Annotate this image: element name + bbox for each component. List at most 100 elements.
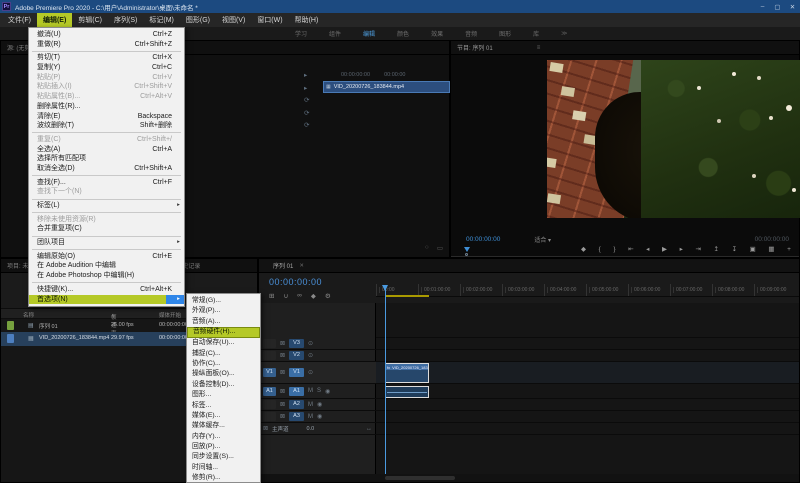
close-icon[interactable]: ✕ bbox=[299, 263, 304, 269]
pref-audio-hardware[interactable]: 音频硬件(H)... bbox=[187, 327, 260, 338]
pref-sync-settings[interactable]: 同步设置(S)... bbox=[187, 452, 260, 462]
timeline-ruler[interactable]: 00:0000:01:00:0000:02:00:0000:03:00:0000… bbox=[376, 284, 799, 297]
sequence-duration-bar[interactable] bbox=[385, 295, 429, 297]
workspace-graphics[interactable]: 图形 bbox=[499, 29, 511, 38]
reset-icon[interactable]: ⟳ bbox=[304, 96, 318, 104]
menu-item-select-all-matches[interactable]: 选择所有匹配项 bbox=[29, 154, 184, 164]
menu-item-copy[interactable]: 复制(Y) Ctrl+C bbox=[29, 63, 184, 73]
master-track-header[interactable]: ⊠ 主声道 0.0 ↔ bbox=[259, 423, 376, 435]
track-target-v2[interactable]: V2 bbox=[289, 351, 304, 360]
pref-appearance[interactable]: 外观(P)... bbox=[187, 306, 260, 316]
eye-icon[interactable]: ⊙ bbox=[308, 352, 313, 359]
workspace-learning[interactable]: 学习 bbox=[295, 29, 307, 38]
resize-icon[interactable]: ↔ bbox=[366, 426, 372, 432]
menu-item-remove-unused[interactable]: 移除未使用资源(R) bbox=[29, 215, 184, 225]
workspace-overflow-icon[interactable]: ≫ bbox=[561, 30, 567, 37]
lock-icon[interactable]: ⊠ bbox=[280, 340, 285, 347]
menu-item-undo[interactable]: 撤消(U) Ctrl+Z bbox=[29, 30, 184, 40]
menu-item-edit-original[interactable]: 编辑原始(O) Ctrl+E bbox=[29, 252, 184, 262]
pref-general[interactable]: 常规(G)... bbox=[187, 296, 260, 306]
reset-icon[interactable]: ⟳ bbox=[304, 109, 318, 117]
playhead-marker[interactable] bbox=[464, 247, 470, 252]
mark-in-icon[interactable]: { bbox=[599, 246, 601, 253]
menu-item-consolidate-duplicates[interactable]: 合并重复项(C) bbox=[29, 224, 184, 234]
tab-program[interactable]: 节目: 序列 01 bbox=[457, 43, 493, 52]
column-media-start[interactable]: 媒体开始 bbox=[159, 311, 181, 319]
lane-a1[interactable] bbox=[376, 384, 799, 399]
menu-item-cut[interactable]: 剪切(T) Ctrl+X bbox=[29, 53, 184, 63]
track-header-a3[interactable]: ⊠ A3 M ◉ bbox=[259, 411, 376, 423]
video-clip[interactable]: fx VID_20200726_183844.mp4 bbox=[385, 363, 429, 383]
title-bar[interactable]: Pr Adobe Premiere Pro 2020 - C:\用户\Admin… bbox=[0, 0, 800, 13]
mic-icon[interactable]: ◉ bbox=[325, 388, 330, 395]
menu-item-find[interactable]: 查找(F)... Ctrl+F bbox=[29, 178, 184, 188]
mute-icon[interactable]: M bbox=[308, 414, 313, 420]
menu-item-ripple-delete[interactable]: 波纹删除(T) Shift+删除 bbox=[29, 121, 184, 131]
scrollbar-handle[interactable] bbox=[385, 476, 455, 480]
mute-icon[interactable]: M bbox=[308, 388, 313, 394]
menu-item-team-project[interactable]: 团队项目 ▸ bbox=[29, 238, 184, 248]
workspace-audio[interactable]: 音频 bbox=[465, 29, 477, 38]
pref-audio[interactable]: 音频(A)... bbox=[187, 317, 260, 327]
reset-icon[interactable]: ⟳ bbox=[304, 121, 318, 129]
source-patch-a1[interactable]: A1 bbox=[263, 387, 276, 396]
snap-icon[interactable]: ∪ bbox=[283, 292, 288, 300]
source-patch[interactable] bbox=[263, 412, 276, 421]
column-name[interactable]: 名称 bbox=[23, 311, 34, 319]
pref-labels[interactable]: 标签... bbox=[187, 401, 260, 411]
zoom-level-dropdown[interactable]: 适合 ▾ bbox=[534, 235, 551, 244]
lane-v1[interactable] bbox=[376, 362, 799, 384]
menu-item-clear[interactable]: 清除(E) Backspace bbox=[29, 112, 184, 122]
menu-item-find-next[interactable]: 查找下一个(N) bbox=[29, 187, 184, 197]
menu-item-edit-in-audition[interactable]: 在 Adobe Audition 中编辑 bbox=[29, 261, 184, 271]
minimize-icon[interactable]: – bbox=[755, 3, 770, 11]
track-header-v3[interactable]: ⊠ V3 ⊙ bbox=[259, 338, 376, 350]
pref-timeline[interactable]: 时间轴... bbox=[187, 463, 260, 473]
close-icon[interactable]: ✕ bbox=[785, 3, 800, 11]
lift-icon[interactable]: ↥ bbox=[714, 245, 719, 253]
menubar-sequence[interactable]: 序列(S) bbox=[108, 13, 143, 28]
audio-clip[interactable] bbox=[385, 386, 429, 398]
lock-icon[interactable]: ⊠ bbox=[280, 388, 285, 395]
pref-trim[interactable]: 修剪(R)... bbox=[187, 473, 260, 483]
timeline-horizontal-scrollbar[interactable] bbox=[259, 474, 799, 482]
lane-a3[interactable] bbox=[376, 411, 799, 423]
source-patch[interactable] bbox=[263, 351, 276, 360]
menu-item-preferences[interactable]: 首选项(N) ▸ bbox=[29, 295, 184, 305]
export-frame-icon[interactable]: ▣ bbox=[750, 245, 756, 253]
menubar-help[interactable]: 帮助(H) bbox=[289, 13, 325, 28]
menubar-markers[interactable]: 标记(M) bbox=[143, 13, 180, 28]
timeline-timecode[interactable]: 00:00:00:00 bbox=[269, 277, 322, 287]
workspace-editing[interactable]: 编辑 bbox=[363, 29, 375, 38]
lock-icon[interactable]: ⊠ bbox=[280, 401, 285, 408]
solo-icon[interactable]: S bbox=[317, 388, 321, 394]
pref-playback[interactable]: 回放(P)... bbox=[187, 442, 260, 452]
menu-item-select-all[interactable]: 全选(A) Ctrl+A bbox=[29, 145, 184, 155]
lane-v3[interactable] bbox=[376, 338, 799, 350]
source-patch[interactable] bbox=[263, 339, 276, 348]
timeline-playhead[interactable] bbox=[385, 285, 386, 475]
menubar-graphics[interactable]: 图形(G) bbox=[180, 13, 216, 28]
track-target-a2[interactable]: A2 bbox=[289, 400, 304, 409]
pref-media[interactable]: 媒体(E)... bbox=[187, 411, 260, 421]
program-video-frame[interactable] bbox=[547, 60, 800, 218]
lock-icon[interactable]: ⊠ bbox=[280, 369, 285, 376]
menu-item-keyboard-shortcuts[interactable]: 快捷键(K)... Ctrl+Alt+K bbox=[29, 285, 184, 295]
lane-v2[interactable] bbox=[376, 350, 799, 362]
menu-item-duplicate[interactable]: 重复(C) Ctrl+Shift+/ bbox=[29, 135, 184, 145]
track-target-v3[interactable]: V3 bbox=[289, 339, 304, 348]
menu-item-label[interactable]: 标签(L) ▸ bbox=[29, 201, 184, 211]
menubar-window[interactable]: 窗口(W) bbox=[251, 13, 288, 28]
timeline-track-lanes[interactable] bbox=[376, 303, 799, 474]
expand-arrow-icon[interactable]: ▸ bbox=[304, 71, 318, 79]
mute-icon[interactable]: M bbox=[308, 402, 313, 408]
button-editor-icon[interactable]: + bbox=[787, 246, 791, 253]
track-target-a1[interactable]: A1 bbox=[289, 387, 304, 396]
menubar-file[interactable]: 文件(F) bbox=[2, 13, 37, 28]
track-header-a2[interactable]: ⊠ A2 M ◉ bbox=[259, 399, 376, 411]
menu-item-paste-insert[interactable]: 粘贴插入(I) Ctrl+Shift+V bbox=[29, 82, 184, 92]
eye-icon[interactable]: ⊙ bbox=[308, 340, 313, 347]
track-header-a1[interactable]: A1 ⊠ A1 M S ◉ bbox=[259, 384, 376, 399]
add-marker-icon[interactable]: ◆ bbox=[311, 292, 316, 300]
source-patch-v1[interactable]: V1 bbox=[263, 368, 276, 377]
